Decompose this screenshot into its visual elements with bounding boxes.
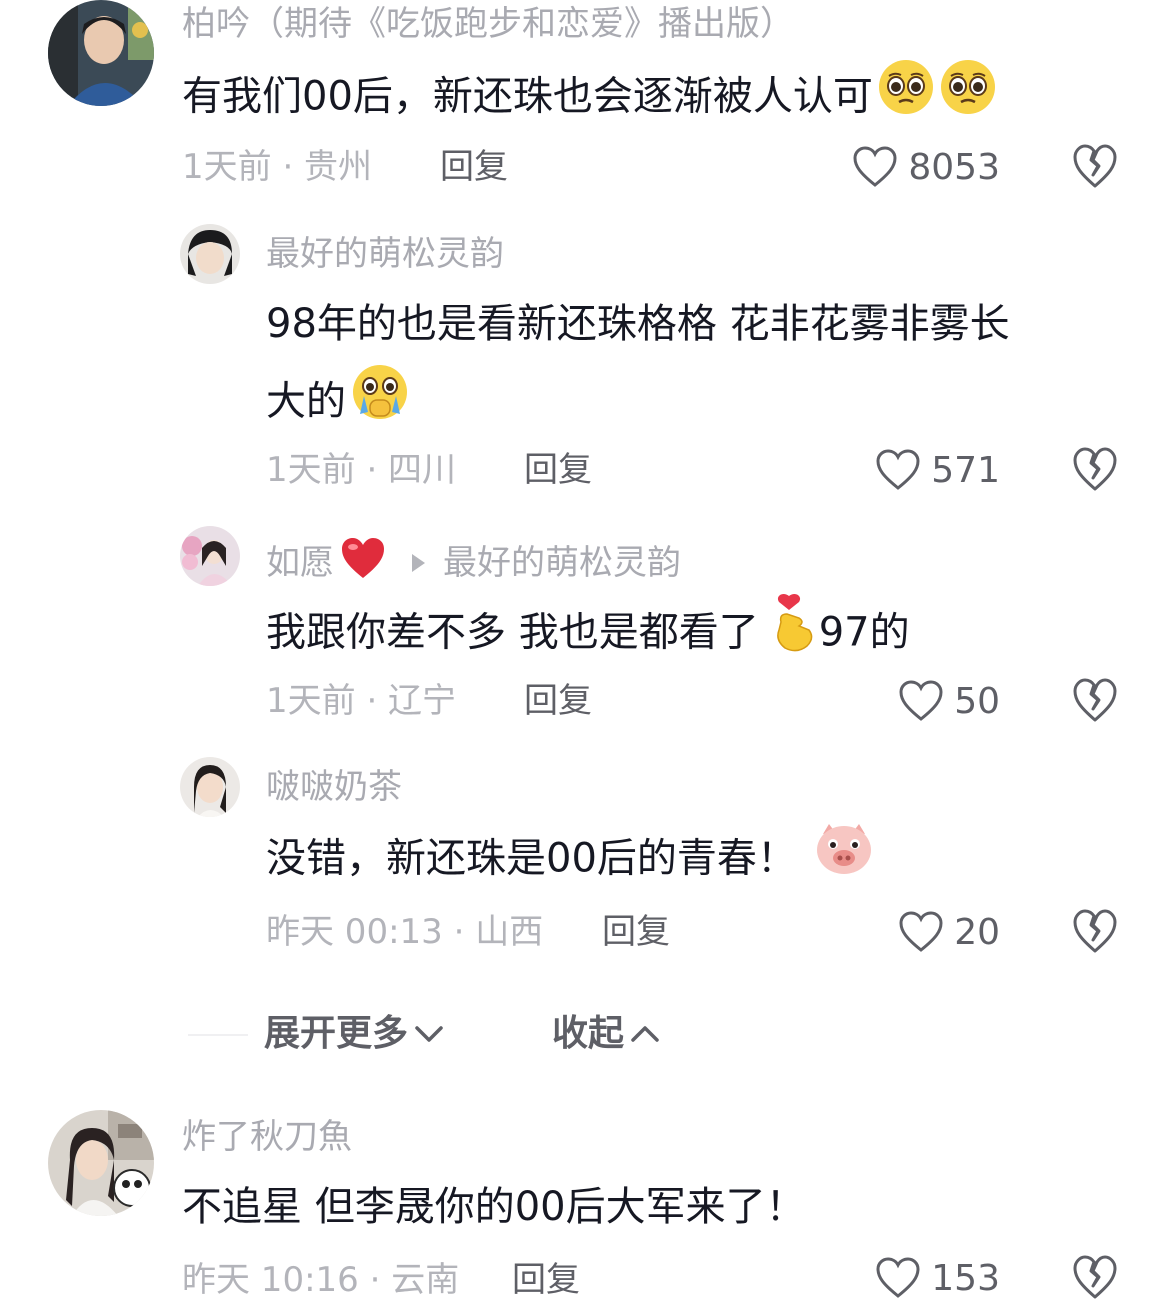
pleading-face-icon: [877, 58, 935, 139]
expand-more-button[interactable]: 展开更多: [264, 1012, 444, 1056]
reply-text: 我跟你差不多 我也是都看了 97的: [266, 592, 910, 677]
reply-button[interactable]: 回复: [602, 912, 670, 952]
like-count: 153: [931, 1257, 1000, 1299]
hand-with-index-finger-and-thumb-crossed-icon: [769, 592, 819, 677]
reply-text-content: 没错，新还珠是00后的青春！: [266, 835, 797, 882]
reply-text-content: 大的: [266, 378, 346, 425]
reply-button[interactable]: 回复: [512, 1260, 580, 1300]
comment-time-location: 1天前 · 贵州: [182, 147, 373, 187]
comment-username[interactable]: 炸了秋刀魚: [182, 1117, 352, 1157]
broken-heart-icon[interactable]: [1072, 907, 1118, 955]
reply-text: 没错，新还珠是00后的青春！: [266, 822, 873, 899]
reply-username[interactable]: 啵啵奶茶: [266, 767, 402, 807]
reply-to-username[interactable]: 最好的萌松灵韵: [443, 543, 681, 583]
divider: [188, 1034, 248, 1036]
reply-text-suffix: 97的: [818, 609, 910, 656]
pleading-face-icon: [939, 58, 997, 139]
reply-button[interactable]: 回复: [524, 681, 592, 721]
comment-text: 有我们00后，新还珠也会逐渐被人认可: [182, 58, 997, 139]
comment-username[interactable]: 柏吟（期待《吃饭跑步和恋爱》播出版）: [182, 4, 794, 44]
face-holding-back-tears-icon: [350, 362, 410, 445]
reply-time-location: 昨天 00:13 · 山西: [266, 912, 544, 952]
heart-icon: [876, 1257, 920, 1298]
heart-icon: [853, 146, 897, 187]
like-button[interactable]: 50: [898, 677, 1000, 725]
avatar[interactable]: [48, 1110, 154, 1216]
broken-heart-icon[interactable]: [1072, 445, 1118, 493]
like-count: 8053: [908, 146, 1000, 188]
comment-text: 不追星 但李晟你的00后大军来了！: [182, 1184, 806, 1230]
reply-arrow-icon: [412, 553, 425, 572]
collapse-label: 收起: [552, 1013, 625, 1054]
reply-text-line1: 98年的也是看新还珠格格 花非花雾非雾长: [266, 301, 1010, 347]
reply-text-content: 我跟你差不多 我也是都看了: [266, 609, 759, 656]
like-button[interactable]: 20: [898, 908, 1000, 956]
pig-face-icon: [815, 822, 873, 899]
avatar[interactable]: [180, 224, 240, 284]
broken-heart-icon[interactable]: [1072, 142, 1118, 190]
broken-heart-icon[interactable]: [1072, 676, 1118, 724]
thread-controls: 展开更多 收起: [180, 1012, 880, 1060]
avatar[interactable]: [48, 0, 154, 106]
like-button[interactable]: 153: [875, 1254, 1000, 1301]
heart-icon: [876, 449, 920, 490]
heart-icon: [899, 911, 943, 952]
expand-more-label: 展开更多: [264, 1013, 409, 1054]
reply-text-line2: 大的: [266, 362, 410, 445]
chevron-down-icon: [415, 1026, 443, 1042]
like-count: 571: [931, 449, 1000, 491]
reply-button[interactable]: 回复: [524, 450, 592, 490]
reply-username[interactable]: 最好的萌松灵韵: [266, 234, 504, 274]
chevron-up-icon: [631, 1026, 659, 1042]
reply-header: 如愿 最好的萌松灵韵: [266, 536, 681, 589]
like-count: 20: [954, 911, 1000, 953]
heart-icon: [899, 680, 943, 721]
reply-time-location: 1天前 · 四川: [266, 450, 457, 490]
avatar[interactable]: [180, 757, 240, 817]
like-button[interactable]: 571: [875, 446, 1000, 494]
comment-list: 柏吟（期待《吃饭跑步和恋爱》播出版） 有我们00后，新还珠也会逐渐被人认可 1天…: [0, 0, 1170, 1301]
reply-time-location: 1天前 · 辽宁: [266, 681, 457, 721]
reply-button[interactable]: 回复: [440, 147, 508, 187]
comment-time-location: 昨天 10:16 · 云南: [182, 1260, 460, 1300]
like-count: 50: [954, 680, 1000, 722]
reply-username[interactable]: 如愿: [266, 543, 334, 583]
broken-heart-icon[interactable]: [1072, 1253, 1118, 1301]
red-heart-icon: [340, 536, 386, 589]
avatar[interactable]: [180, 526, 240, 586]
comment-text-content: 有我们00后，新还珠也会逐渐被人认可: [182, 73, 873, 120]
like-button[interactable]: 8053: [852, 143, 1000, 191]
collapse-button[interactable]: 收起: [552, 1012, 660, 1056]
